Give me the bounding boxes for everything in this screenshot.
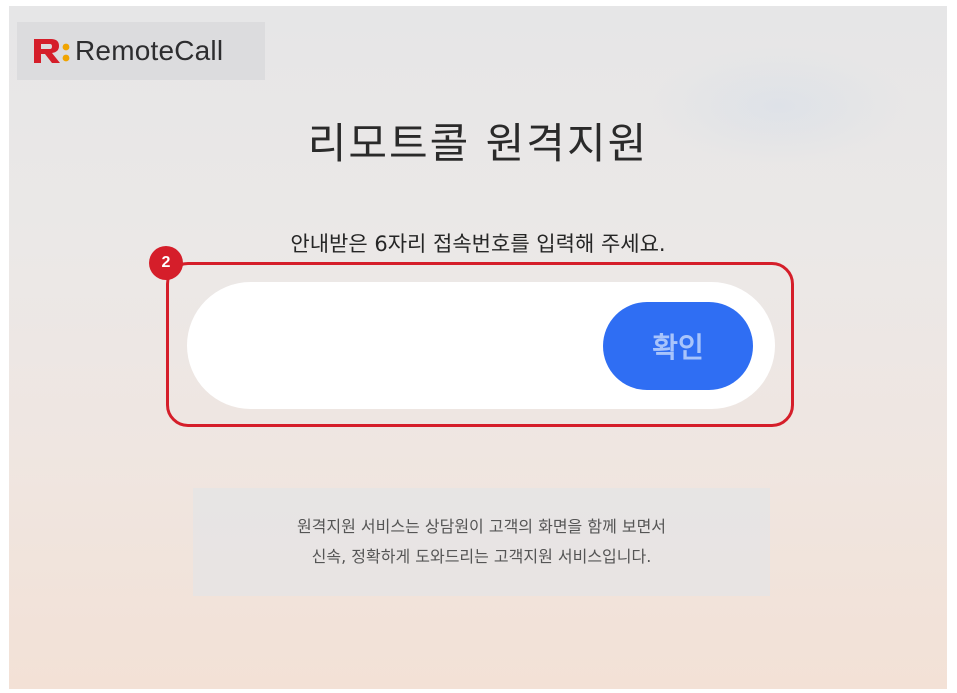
page-title: 리모트콜 원격지원	[307, 119, 649, 168]
info-line-2: 신속, 정확하게 도와드리는 고객지원 서비스입니다.	[311, 547, 652, 566]
info-line-1: 원격지원 서비스는 상담원이 고객의 화면을 함께 보면서	[296, 517, 667, 536]
confirm-button[interactable]: 확인	[603, 302, 753, 390]
instruction-text: 안내받은 6자리 접속번호를 입력해 주세요.	[290, 232, 666, 256]
remotecall-logo-icon	[31, 36, 73, 66]
code-input-container: 확인	[187, 282, 775, 409]
logo-box: RemoteCall	[17, 22, 265, 80]
step-badge: 2	[149, 246, 183, 280]
logo-text: RemoteCall	[75, 35, 224, 66]
service-info-box: 원격지원 서비스는 상담원이 고객의 화면을 함께 보면서 신속, 정확하게 도…	[193, 488, 770, 596]
page-frame: RemoteCall 리모트콜 원격지원 안내받은 6자리 접속번호를 입력해 …	[9, 6, 947, 689]
access-code-input[interactable]	[227, 318, 601, 376]
